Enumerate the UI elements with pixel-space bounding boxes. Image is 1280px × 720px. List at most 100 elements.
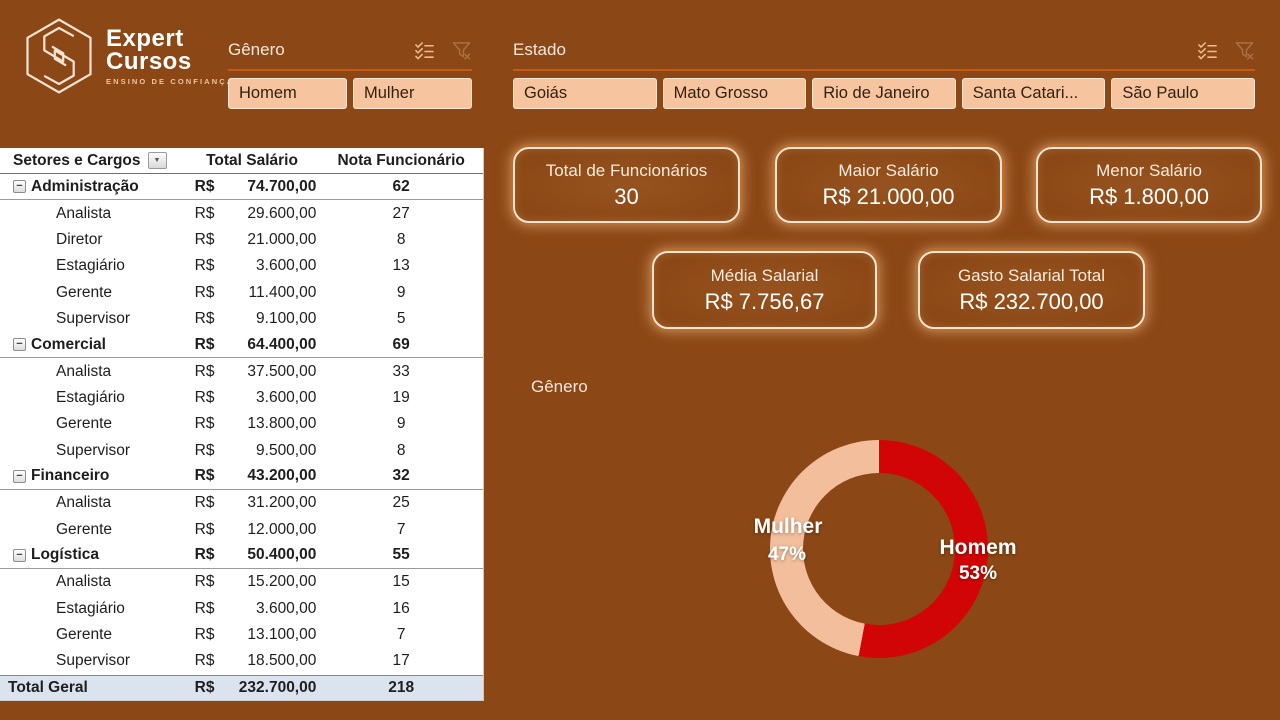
row-label: Supervisor <box>31 652 130 670</box>
table-row: Analista R$ 29.600,00 27 <box>0 200 483 226</box>
salary-value: 3.600,00 <box>256 600 316 618</box>
slicer-option[interactable]: Mulher <box>353 78 472 109</box>
nota-value: 9 <box>319 284 483 302</box>
pivot-table: Setores e Cargos Total Salário Nota Func… <box>0 148 484 701</box>
donut-label-homem-pct: 53% <box>959 563 997 585</box>
nota-value: 27 <box>319 205 483 223</box>
row-label: Estagiário <box>31 389 125 407</box>
nota-value: 8 <box>319 231 483 249</box>
row-label: Gerente <box>31 415 112 433</box>
minus-box-icon[interactable] <box>13 549 26 562</box>
salary-value: 9.500,00 <box>256 442 316 460</box>
donut-label-mulher-pct: 47% <box>768 544 806 566</box>
logo: Expert Cursos ENSINO DE CONFIANÇA <box>24 16 234 96</box>
row-label: Estagiário <box>31 257 125 275</box>
currency-symbol: R$ <box>195 442 215 460</box>
currency-symbol: R$ <box>195 600 215 618</box>
kpi-value: R$ 7.756,67 <box>705 289 825 315</box>
slicer-option[interactable]: Santa Catari... <box>962 78 1106 109</box>
row-label: Supervisor <box>31 442 130 460</box>
kpi-card-total-funcionarios: Total de Funcionários 30 <box>513 147 740 223</box>
salary-value: 232.700,00 <box>239 679 317 697</box>
kpi-label: Gasto Salarial Total <box>958 266 1105 286</box>
table-row: Logística R$ 50.400,00 55 <box>0 543 483 569</box>
nota-value: 25 <box>319 494 483 512</box>
salary-value: 13.800,00 <box>247 415 316 433</box>
kpi-card-media-salarial: Média Salarial R$ 7.756,67 <box>652 251 877 329</box>
currency-symbol: R$ <box>195 521 215 539</box>
salary-value: 15.200,00 <box>247 573 316 591</box>
table-row: Financeiro R$ 43.200,00 32 <box>0 464 483 490</box>
salary-value: 9.100,00 <box>256 310 316 328</box>
nota-value: 218 <box>319 679 483 697</box>
nota-value: 7 <box>319 521 483 539</box>
logo-line2: Cursos <box>106 50 234 73</box>
slicer-option[interactable]: Homem <box>228 78 347 109</box>
kpi-label: Total de Funcionários <box>546 161 708 181</box>
currency-symbol: R$ <box>195 467 215 485</box>
row-label: Gerente <box>31 521 112 539</box>
kpi-label: Maior Salário <box>838 161 938 181</box>
table-row: Analista R$ 15.200,00 15 <box>0 569 483 595</box>
table-row: Gerente R$ 12.000,00 7 <box>0 516 483 542</box>
slicer-option[interactable]: Rio de Janeiro <box>812 78 956 109</box>
currency-symbol: R$ <box>195 679 215 697</box>
genero-slicer: Gênero Homem Mulher <box>228 35 472 109</box>
salary-value: 3.600,00 <box>256 257 316 275</box>
currency-symbol: R$ <box>195 205 215 223</box>
column-header-setores: Setores e Cargos <box>13 152 141 170</box>
nota-value: 5 <box>319 310 483 328</box>
currency-symbol: R$ <box>195 336 215 354</box>
currency-symbol: R$ <box>195 363 215 381</box>
logo-text: Expert Cursos ENSINO DE CONFIANÇA <box>106 27 234 86</box>
table-row: Estagiário R$ 3.600,00 19 <box>0 385 483 411</box>
table-row: Administração R$ 74.700,00 62 <box>0 174 483 200</box>
pivot-table-body: Administração R$ 74.700,00 62 Analista R… <box>0 174 483 701</box>
salary-value: 50.400,00 <box>247 546 316 564</box>
salary-value: 21.000,00 <box>247 231 316 249</box>
minus-box-icon[interactable] <box>13 180 26 193</box>
table-row: Total Geral R$ 232.700,00 218 <box>0 675 483 701</box>
nota-value: 13 <box>319 257 483 275</box>
row-label: Analista <box>31 205 111 223</box>
select-all-icon[interactable] <box>1197 40 1218 61</box>
nota-value: 62 <box>319 178 483 196</box>
slicer-option[interactable]: Goiás <box>513 78 657 109</box>
minus-box-icon[interactable] <box>13 338 26 351</box>
currency-symbol: R$ <box>195 546 215 564</box>
logo-line1: Expert <box>106 27 234 50</box>
row-label: Gerente <box>31 284 112 302</box>
salary-value: 13.100,00 <box>247 626 316 644</box>
nota-value: 8 <box>319 442 483 460</box>
genero-slicer-title: Gênero <box>228 40 414 60</box>
estado-slicer-title: Estado <box>513 40 1197 60</box>
nota-value: 9 <box>319 415 483 433</box>
slicer-option[interactable]: São Paulo <box>1111 78 1255 109</box>
logo-hexagon-cube-icon <box>24 16 94 96</box>
kpi-value: R$ 232.700,00 <box>959 289 1103 315</box>
dropdown-arrow-icon[interactable] <box>148 152 167 169</box>
currency-symbol: R$ <box>195 494 215 512</box>
currency-symbol: R$ <box>195 652 215 670</box>
donut-label-homem: Homem <box>939 536 1016 560</box>
table-row: Estagiário R$ 3.600,00 16 <box>0 596 483 622</box>
column-header-nota: Nota Funcionário <box>319 152 483 170</box>
table-row: Supervisor R$ 18.500,00 17 <box>0 648 483 674</box>
clear-filter-icon[interactable] <box>451 40 472 61</box>
table-row: Supervisor R$ 9.100,00 5 <box>0 306 483 332</box>
pivot-table-header: Setores e Cargos Total Salário Nota Func… <box>0 148 483 174</box>
slicer-option[interactable]: Mato Grosso <box>663 78 807 109</box>
select-all-icon[interactable] <box>414 40 435 61</box>
row-label: Comercial <box>31 336 106 354</box>
row-label: Total Geral <box>8 679 88 697</box>
row-label: Analista <box>31 363 111 381</box>
row-label: Administração <box>31 178 139 196</box>
row-label: Logística <box>31 546 99 564</box>
kpi-card-maior-salario: Maior Salário R$ 21.000,00 <box>775 147 1002 223</box>
table-row: Gerente R$ 13.800,00 9 <box>0 411 483 437</box>
clear-filter-icon[interactable] <box>1234 40 1255 61</box>
salary-value: 11.400,00 <box>249 284 317 302</box>
minus-box-icon[interactable] <box>13 470 26 483</box>
kpi-value: R$ 21.000,00 <box>822 184 954 210</box>
row-label: Diretor <box>31 231 103 249</box>
